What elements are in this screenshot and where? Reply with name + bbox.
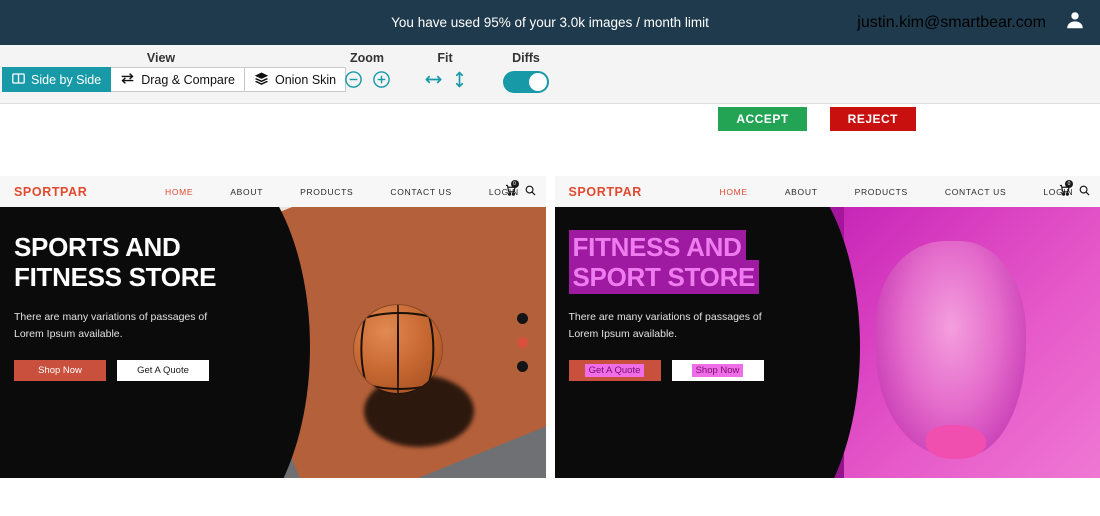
cart-count-badge: 0	[510, 179, 519, 188]
target-hero-title-line2: SPORT STORE	[568, 259, 760, 294]
view-mode-drag-compare-label: Drag & Compare	[141, 72, 235, 87]
baseline-hero-subtitle-line2: Lorem Ipsum available.	[14, 328, 123, 341]
view-mode-side-by-side[interactable]: Side by Side	[2, 67, 112, 92]
site-nav-links: HOME ABOUT PRODUCTS CONTACT US LOGIN	[165, 187, 519, 197]
nav-link-about[interactable]: ABOUT	[785, 187, 818, 197]
basketball-on-court-photo	[243, 207, 546, 478]
view-mode-drag-compare[interactable]: Drag & Compare	[111, 67, 245, 92]
nav-link-contact-us[interactable]: CONTACT US	[390, 187, 451, 197]
account-email: justin.kim@smartbear.com	[857, 13, 1046, 31]
diffs-caption: Diffs	[512, 51, 540, 65]
nav-link-products[interactable]: PRODUCTS	[855, 187, 908, 197]
fit-vertical-icon[interactable]	[453, 70, 466, 94]
search-icon[interactable]	[1079, 183, 1090, 201]
site-nav-baseline: SPORTPAR HOME ABOUT PRODUCTS CONTACT US …	[0, 176, 546, 207]
fit-group: Fit	[412, 45, 478, 104]
zoom-caption: Zoom	[349, 51, 385, 65]
target-hero-buttons: Get A Quote Shop Now	[568, 360, 831, 382]
compare-toolbar: View Side by Side Drag & Compare Onion S…	[0, 45, 1100, 131]
site-nav-icons: 0	[1059, 179, 1090, 201]
user-avatar-icon[interactable]	[1064, 9, 1086, 36]
nav-link-contact-us[interactable]: CONTACT US	[945, 187, 1006, 197]
site-logo[interactable]: SPORTPAR	[569, 185, 642, 199]
baseline-hero-copy: SPORTS AND FITNESS STORE There are many …	[14, 232, 276, 382]
target-shop-now-button[interactable]: Shop Now	[671, 360, 764, 382]
target-hero: FITNESS AND SPORT STORE There are many v…	[554, 207, 1100, 478]
view-caption: View	[146, 51, 176, 65]
layers-icon	[254, 72, 269, 88]
view-mode-group: View Side by Side Drag & Compare Onion S…	[0, 45, 347, 104]
pagination-dot[interactable]	[516, 313, 528, 324]
nav-link-products[interactable]: PRODUCTS	[300, 187, 353, 197]
view-mode-segmented-control: Side by Side Drag & Compare Onion Skin	[2, 67, 347, 92]
pagination-dot-active[interactable]	[516, 337, 528, 348]
target-get-a-quote-button[interactable]: Get A Quote	[568, 360, 661, 382]
target-hero-copy: FITNESS AND SPORT STORE There are many v…	[568, 230, 831, 382]
target-hero-subtitle-line2: Lorem Ipsum available.	[568, 328, 678, 341]
target-hero-title-line1: FITNESS AND	[568, 230, 746, 264]
hero-pagination-dots	[516, 313, 528, 372]
diffs-toggle-knob	[529, 73, 547, 91]
target-panel[interactable]: SPORTPAR HOME ABOUT PRODUCTS CONTACT US …	[554, 176, 1100, 478]
swap-arrows-icon	[120, 72, 135, 88]
baseline-hero: SPORTS AND FITNESS STORE There are many …	[0, 207, 546, 478]
target-hero-subtitle-line1: There are many variations of passages of	[568, 311, 762, 324]
search-icon[interactable]	[525, 183, 536, 201]
baseline-get-a-quote-button[interactable]: Get A Quote	[117, 360, 209, 382]
top-usage-bar: You have used 95% of your 3.0k images / …	[0, 0, 1100, 45]
target-hero-title: FITNESS AND SPORT STORE	[568, 230, 831, 294]
shopping-cart-icon[interactable]: 0	[505, 179, 519, 201]
baseline-hero-buttons: Shop Now Get A Quote	[14, 360, 276, 382]
baseline-shop-now-button[interactable]: Shop Now	[14, 360, 106, 382]
site-nav-links: HOME ABOUT PRODUCTS CONTACT US LOGIN	[720, 187, 1074, 197]
baseline-hero-title: SPORTS AND FITNESS STORE	[14, 232, 276, 292]
baseline-hero-subtitle: There are many variations of passages of…	[14, 309, 276, 343]
pagination-dot[interactable]	[516, 361, 528, 372]
fit-caption: Fit	[437, 51, 453, 65]
comparison-panels: SPORTPAR HOME ABOUT PRODUCTS CONTACT US …	[0, 176, 1100, 478]
nav-link-home[interactable]: HOME	[165, 187, 193, 197]
zoom-out-circle-icon[interactable]	[344, 70, 363, 94]
nav-link-home[interactable]: HOME	[720, 187, 748, 197]
zoom-group: Zoom	[330, 45, 404, 104]
athlete-tying-shoe-photo	[798, 207, 1100, 478]
fit-horizontal-icon[interactable]	[424, 72, 443, 92]
baseline-hero-subtitle-line1: There are many variations of passages of	[14, 311, 208, 324]
view-mode-onion-skin-label: Onion Skin	[274, 72, 337, 87]
baseline-panel[interactable]: SPORTPAR HOME ABOUT PRODUCTS CONTACT US …	[0, 176, 546, 478]
target-hero-subtitle: There are many variations of passages of…	[569, 309, 831, 343]
nav-link-about[interactable]: ABOUT	[230, 187, 263, 197]
zoom-in-circle-icon[interactable]	[372, 70, 391, 94]
view-mode-side-by-side-label: Side by Side	[31, 72, 102, 87]
site-logo[interactable]: SPORTPAR	[14, 185, 87, 199]
target-get-a-quote-label: Get A Quote	[584, 364, 645, 378]
shopping-cart-icon[interactable]: 0	[1059, 179, 1073, 201]
baseline-hero-title-line1: SPORTS AND	[14, 232, 181, 262]
target-shop-now-label: Shop Now	[691, 364, 744, 378]
account-area: justin.kim@smartbear.com	[857, 9, 1086, 36]
site-nav-target: SPORTPAR HOME ABOUT PRODUCTS CONTACT US …	[554, 176, 1100, 207]
diffs-group: Diffs	[490, 45, 562, 104]
site-nav-icons: 0	[505, 179, 536, 201]
columns-icon	[12, 72, 25, 88]
viewport-header: example viewport BASELINE 10.15.7 102	[0, 104, 1100, 270]
cart-count-badge: 0	[1065, 179, 1073, 188]
baseline-hero-title-line2: FITNESS STORE	[14, 261, 217, 292]
diffs-toggle[interactable]	[503, 71, 549, 93]
